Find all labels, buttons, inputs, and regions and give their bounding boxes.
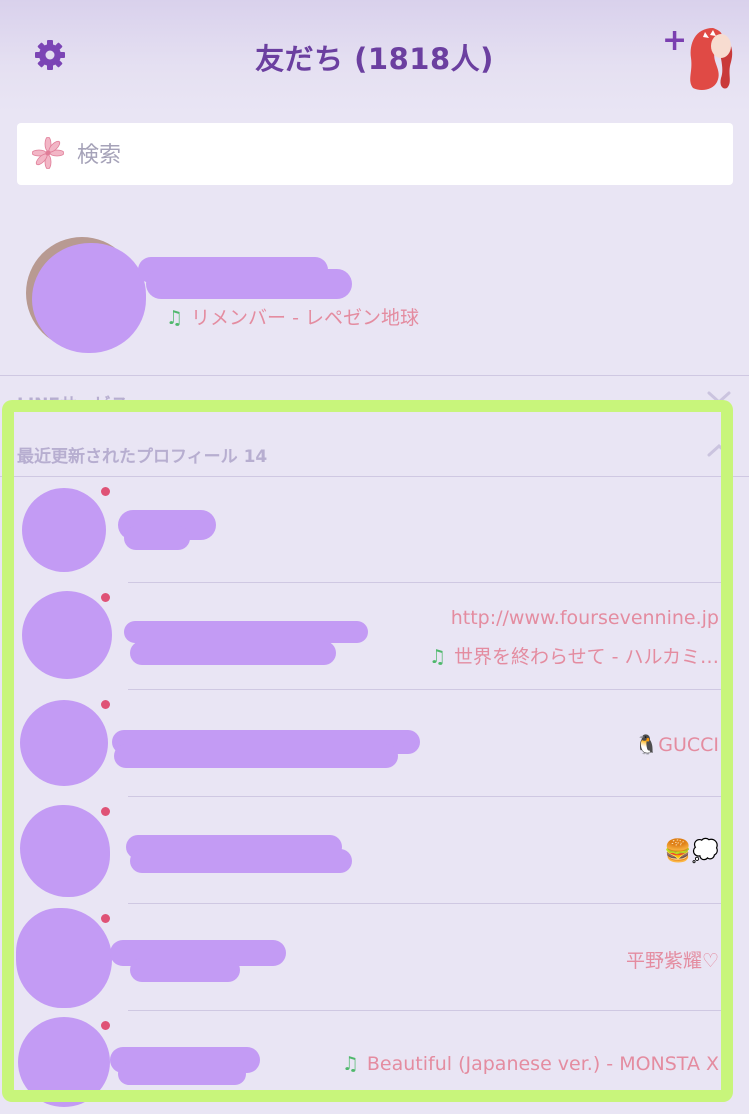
my-profile-music: ♫ リメンバー - レペゼン地球	[166, 307, 419, 329]
avatar[interactable]	[683, 24, 739, 92]
list-item[interactable]: http://www.foursevennine.jp ♫ 世界を終わらせて - …	[0, 583, 749, 690]
list-item[interactable]: ♫ Beautiful (Japanese ver.) - MONSTA X	[0, 1011, 749, 1114]
redacted-avatar	[32, 243, 146, 353]
section-line-services[interactable]: LINEサービス	[0, 376, 749, 422]
list-item[interactable]	[0, 476, 749, 583]
avatar	[20, 700, 108, 786]
redacted-name	[124, 526, 190, 550]
redacted-name	[130, 849, 352, 873]
redacted-name	[130, 641, 336, 665]
section-label: 最近更新されたプロフィール 14	[17, 447, 268, 467]
unread-dot	[101, 700, 110, 709]
unread-dot	[101, 593, 110, 602]
music-note-icon: ♫	[166, 307, 184, 329]
status-message: 平野紫耀♡	[625, 950, 719, 972]
list-item[interactable]: 🍔💭	[0, 797, 749, 904]
section-recent-profiles[interactable]: 最近更新されたプロフィール 14	[0, 428, 749, 474]
flower-icon	[32, 137, 64, 169]
chevron-up-icon[interactable]	[706, 442, 732, 458]
redacted-name	[118, 1063, 246, 1085]
music-note-icon: ♫	[428, 646, 446, 668]
page-title: 友だち (1818人)	[255, 42, 494, 76]
friends-screen: 友だち (1818人) + ♫リメ	[0, 0, 749, 1114]
status-message: 🍔💭	[664, 839, 719, 864]
unread-dot	[101, 807, 110, 816]
unread-dot	[101, 487, 110, 496]
search-input[interactable]	[75, 135, 679, 175]
unread-dot	[101, 914, 110, 923]
chevron-down-icon[interactable]	[706, 390, 732, 406]
redacted-name	[130, 958, 240, 982]
status-message: http://www.foursevennine.jp	[450, 607, 719, 629]
status-message: 🐧GUCCI	[634, 734, 719, 756]
status-music: ♫ 世界を終わらせて - ハルカミ…	[428, 646, 719, 668]
redacted-name	[146, 269, 352, 299]
redacted-name	[114, 744, 398, 768]
list-item[interactable]: 平野紫耀♡	[0, 904, 749, 1011]
avatar	[22, 591, 112, 679]
avatar	[20, 805, 110, 897]
avatar	[18, 1017, 110, 1107]
music-note-icon: ♫	[341, 1053, 359, 1075]
list-item[interactable]: 🐧GUCCI	[0, 690, 749, 797]
section-label: LINEサービス	[17, 395, 128, 415]
avatar	[22, 488, 106, 572]
avatar	[16, 908, 112, 1008]
search-bar[interactable]	[17, 123, 733, 185]
header: 友だち (1818人) +	[0, 0, 749, 112]
redacted-name	[124, 621, 368, 643]
my-profile[interactable]: ♫ リメンバー - レペゼン地球	[0, 225, 749, 375]
unread-dot	[101, 1021, 110, 1030]
status-music: ♫ Beautiful (Japanese ver.) - MONSTA X	[341, 1053, 719, 1075]
